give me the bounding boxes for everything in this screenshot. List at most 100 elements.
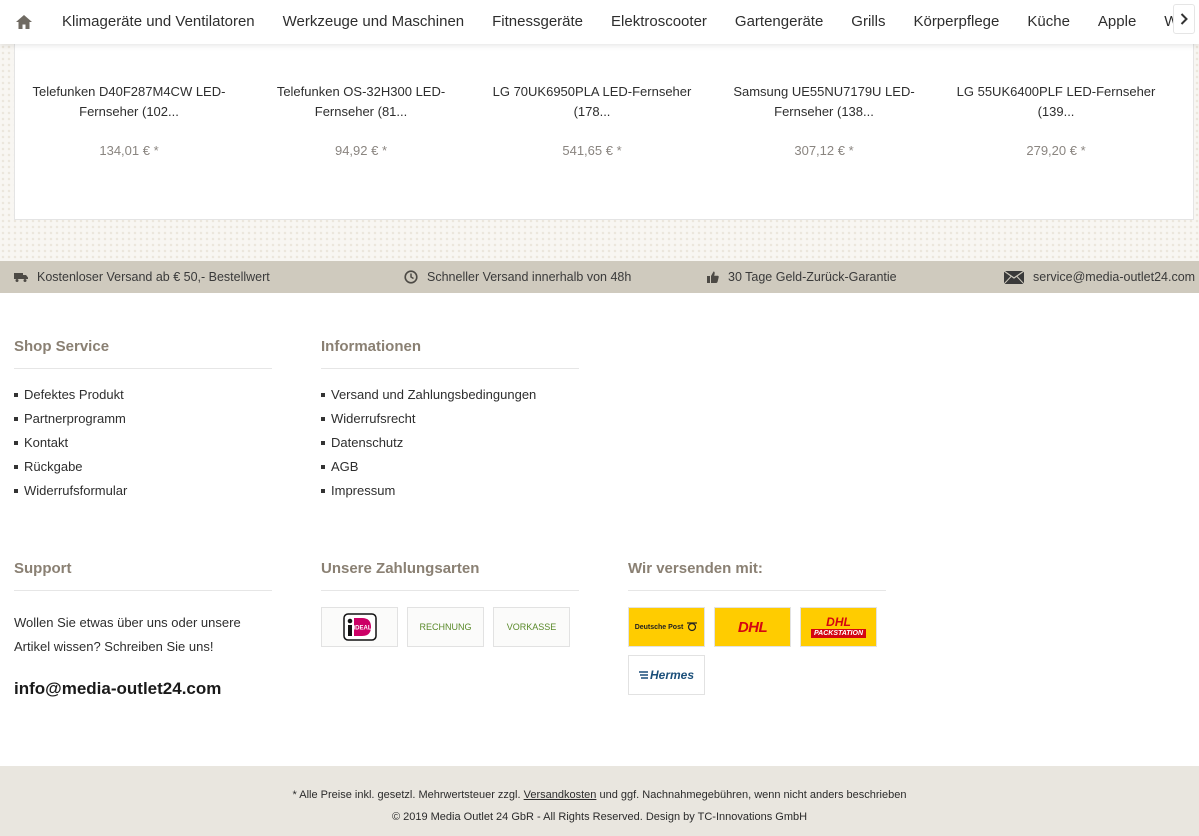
price-notice-pre: * Alle Preise inkl. gesetzl. Mehrwertste…	[292, 789, 521, 801]
nav-item-elektroscooter[interactable]: Elektroscooter	[597, 0, 721, 44]
link-datenschutz[interactable]: Datenschutz	[331, 431, 403, 455]
nav-scroll-right-button[interactable]	[1173, 4, 1195, 34]
bullet-icon	[14, 393, 18, 397]
fast-shipping-info: Schneller Versand innerhalb von 48h	[404, 261, 631, 293]
list-item[interactable]: Impressum	[321, 479, 579, 503]
shop-service-section: Shop Service Defektes Produkt Partnerpro…	[14, 338, 272, 503]
bullet-icon	[14, 441, 18, 445]
category-navigation: Klimageräte und Ventilatoren Werkzeuge u…	[0, 0, 1199, 44]
link-kontakt[interactable]: Kontakt	[24, 431, 68, 455]
nav-item-klimageraete[interactable]: Klimageräte und Ventilatoren	[48, 0, 269, 44]
product-card[interactable]: Samsung UE55NU7179U LED-Fernseher (138..…	[724, 82, 924, 158]
product-name[interactable]: LG 55UK6400PLF LED-Fernseher (139...	[956, 82, 1156, 122]
link-impressum[interactable]: Impressum	[331, 479, 395, 503]
clock-icon	[404, 270, 418, 284]
support-text: Wollen Sie etwas über uns oder unsere Ar…	[14, 615, 241, 654]
product-price: 307,12 € *	[794, 143, 854, 158]
bullet-icon	[321, 489, 325, 493]
guarantee-text: 30 Tage Geld-Zurück-Garantie	[728, 270, 897, 284]
informationen-list: Versand und Zahlungsbedingungen Widerruf…	[321, 383, 579, 503]
home-button[interactable]	[0, 0, 48, 44]
link-rueckgabe[interactable]: Rückgabe	[24, 455, 83, 479]
versandkosten-link[interactable]: Versandkosten	[524, 789, 597, 801]
product-price: 94,92 € *	[334, 143, 388, 158]
bullet-icon	[321, 441, 325, 445]
free-shipping-info: Kostenloser Versand ab € 50,- Bestellwer…	[14, 261, 270, 293]
product-card[interactable]: Telefunken D40F287M4CW LED-Fernseher (10…	[29, 82, 229, 158]
payment-section: Unsere Zahlungsarten iDEAL RECHNUNG VORK…	[321, 560, 579, 647]
link-versand-zahlung[interactable]: Versand und Zahlungsbedingungen	[331, 383, 536, 407]
service-email-link[interactable]: service@media-outlet24.com	[1033, 270, 1195, 284]
bullet-icon	[14, 417, 18, 421]
thumbs-up-icon	[707, 271, 719, 283]
rechnung-label: RECHNUNG	[419, 622, 472, 632]
list-item[interactable]: Datenschutz	[321, 431, 579, 455]
dhl-logo: DHL	[714, 607, 791, 647]
product-card[interactable]: LG 70UK6950PLA LED-Fernseher (178... 541…	[492, 82, 692, 158]
bullet-icon	[321, 393, 325, 397]
informationen-heading: Informationen	[321, 338, 579, 369]
shop-service-heading: Shop Service	[14, 338, 272, 369]
list-item[interactable]: Versand und Zahlungsbedingungen	[321, 383, 579, 407]
product-price: 279,20 € *	[1026, 143, 1086, 158]
packstation-label: PACKSTATION	[811, 629, 866, 638]
list-item[interactable]: Widerrufsrecht	[321, 407, 579, 431]
nav-item-grills[interactable]: Grills	[837, 0, 899, 44]
legal-footer: * Alle Preise inkl. gesetzl. Mehrwertste…	[0, 766, 1199, 836]
list-item[interactable]: Kontakt	[14, 431, 272, 455]
copyright-text: © 2019 Media Outlet 24 GbR - All Rights …	[391, 811, 808, 823]
product-price: 541,65 € *	[562, 143, 622, 158]
list-item[interactable]: Partnerprogramm	[14, 407, 272, 431]
link-partnerprogramm[interactable]: Partnerprogramm	[24, 407, 126, 431]
hermes-label: Hermes	[649, 668, 695, 682]
home-icon	[16, 15, 32, 29]
product-price: 134,01 € *	[99, 143, 159, 158]
product-name[interactable]: Samsung UE55NU7179U LED-Fernseher (138..…	[724, 82, 924, 122]
nav-item-werkzeuge[interactable]: Werkzeuge und Maschinen	[269, 0, 479, 44]
deutsche-post-logo: Deutsche Post	[628, 607, 705, 647]
vorkasse-label: VORKASSE	[506, 622, 557, 632]
vorkasse-badge: VORKASSE	[493, 607, 570, 647]
product-slider: Telefunken D40F287M4CW LED-Fernseher (10…	[14, 44, 1194, 220]
shipping-section: Wir versenden mit: Deutsche Post DHL DHL…	[628, 560, 886, 695]
svg-text:iDEAL: iDEAL	[353, 626, 371, 632]
support-email-link[interactable]: info@media-outlet24.com	[14, 679, 272, 699]
fast-shipping-text: Schneller Versand innerhalb von 48h	[427, 270, 632, 284]
shipping-heading: Wir versenden mit:	[628, 560, 886, 591]
list-item[interactable]: AGB	[321, 455, 579, 479]
list-item[interactable]: Defektes Produkt	[14, 383, 272, 407]
free-shipping-text: Kostenloser Versand ab € 50,- Bestellwer…	[37, 270, 270, 284]
bullet-icon	[14, 489, 18, 493]
truck-icon	[14, 273, 28, 282]
nav-item-apple[interactable]: Apple	[1084, 0, 1150, 44]
deutsche-post-label: Deutsche Post	[634, 623, 684, 631]
dhl-packstation-logo: DHL PACKSTATION	[800, 607, 877, 647]
nav-item-kueche[interactable]: Küche	[1013, 0, 1084, 44]
shipping-carriers: Deutsche Post DHL DHL PACKSTATION Hermes	[628, 607, 888, 695]
product-name[interactable]: Telefunken OS-32H300 LED-Fernseher (81..…	[261, 82, 461, 122]
nav-item-koerperpflege[interactable]: Körperpflege	[899, 0, 1013, 44]
product-card[interactable]: Telefunken OS-32H300 LED-Fernseher (81..…	[261, 82, 461, 158]
link-defektes-produkt[interactable]: Defektes Produkt	[24, 383, 124, 407]
envelope-icon	[1004, 270, 1024, 284]
rechnung-badge: RECHNUNG	[407, 607, 484, 647]
informationen-section: Informationen Versand und Zahlungsbeding…	[321, 338, 579, 503]
support-section: Support Wollen Sie etwas über uns oder u…	[14, 560, 272, 699]
link-widerrufsrecht[interactable]: Widerrufsrecht	[331, 407, 416, 431]
link-widerrufsformular[interactable]: Widerrufsformular	[24, 479, 127, 503]
payment-heading: Unsere Zahlungsarten	[321, 560, 579, 591]
product-card[interactable]: LG 55UK6400PLF LED-Fernseher (139... 279…	[956, 82, 1156, 158]
ideal-icon: iDEAL	[342, 613, 377, 641]
product-name[interactable]: LG 70UK6950PLA LED-Fernseher (178...	[492, 82, 692, 122]
chevron-right-icon	[1180, 13, 1188, 25]
bullet-icon	[14, 465, 18, 469]
product-name[interactable]: Telefunken D40F287M4CW LED-Fernseher (10…	[29, 82, 229, 122]
guarantee-info: 30 Tage Geld-Zurück-Garantie	[707, 261, 897, 293]
list-item[interactable]: Widerrufsformular	[14, 479, 272, 503]
list-item[interactable]: Rückgabe	[14, 455, 272, 479]
shop-service-list: Defektes Produkt Partnerprogramm Kontakt…	[14, 383, 272, 503]
price-notice: * Alle Preise inkl. gesetzl. Mehrwertste…	[0, 789, 1199, 801]
link-agb[interactable]: AGB	[331, 455, 358, 479]
nav-item-gartengeraete[interactable]: Gartengeräte	[721, 0, 837, 44]
nav-item-fitnessgeraete[interactable]: Fitnessgeräte	[478, 0, 597, 44]
